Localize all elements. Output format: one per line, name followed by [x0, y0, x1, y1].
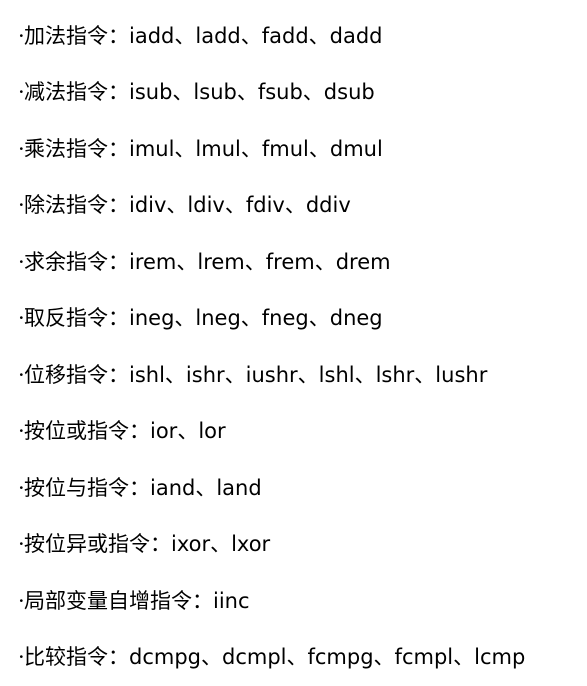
- instruction-line-or: ·按位或指令：ior、lor: [18, 404, 578, 461]
- instruction-category-label: 加法指令：: [24, 26, 129, 47]
- instruction-opcodes: ior、lor: [150, 421, 226, 442]
- instruction-opcodes: ineg、lneg、fneg、dneg: [129, 308, 383, 329]
- instruction-category-label: 求余指令：: [24, 252, 129, 273]
- instruction-category-label: 按位或指令：: [24, 421, 150, 442]
- instruction-line-sub: ·减法指令：isub、lsub、fsub、dsub: [18, 65, 578, 122]
- instruction-category-label: 位移指令：: [24, 365, 129, 386]
- instruction-category-label: 按位异或指令：: [24, 534, 171, 555]
- instruction-category-label: 乘法指令：: [24, 139, 129, 160]
- instruction-line-inc: ·局部变量自增指令：iinc: [18, 573, 578, 630]
- instruction-line-add: ·加法指令：iadd、ladd、fadd、dadd: [18, 8, 578, 65]
- instruction-opcodes: irem、lrem、frem、drem: [129, 252, 391, 273]
- instruction-line-and: ·按位与指令：iand、land: [18, 460, 578, 517]
- instruction-opcodes: dcmpg、dcmpl、fcmpg、fcmpl、lcmp: [129, 647, 525, 668]
- instruction-opcodes: iand、land: [150, 478, 262, 499]
- instruction-opcodes: iinc: [213, 591, 250, 612]
- instruction-line-cmp: ·比较指令：dcmpg、dcmpl、fcmpg、fcmpl、lcmp: [18, 630, 578, 686]
- document-body: ·加法指令：iadd、ladd、fadd、dadd ·减法指令：isub、lsu…: [18, 8, 578, 686]
- instruction-category-label: 减法指令：: [24, 82, 129, 103]
- instruction-category-label: 除法指令：: [24, 195, 129, 216]
- instruction-opcodes: isub、lsub、fsub、dsub: [129, 82, 375, 103]
- instruction-line-xor: ·按位异或指令：ixor、lxor: [18, 517, 578, 574]
- instruction-line-neg: ·取反指令：ineg、lneg、fneg、dneg: [18, 291, 578, 348]
- instruction-opcodes: ishl、ishr、iushr、lshl、lshr、lushr: [129, 365, 487, 386]
- instruction-opcodes: iadd、ladd、fadd、dadd: [129, 26, 383, 47]
- instruction-category-label: 取反指令：: [24, 308, 129, 329]
- instruction-line-div: ·除法指令：idiv、ldiv、fdiv、ddiv: [18, 178, 578, 235]
- instruction-opcodes: idiv、ldiv、fdiv、ddiv: [129, 195, 351, 216]
- instruction-category-label: 比较指令：: [24, 647, 129, 668]
- instruction-opcodes: imul、lmul、fmul、dmul: [129, 139, 383, 160]
- instruction-opcodes: ixor、lxor: [171, 534, 270, 555]
- instruction-line-rem: ·求余指令：irem、lrem、frem、drem: [18, 234, 578, 291]
- instruction-category-label: 按位与指令：: [24, 478, 150, 499]
- instruction-line-shift: ·位移指令：ishl、ishr、iushr、lshl、lshr、lushr: [18, 347, 578, 404]
- instruction-line-mul: ·乘法指令：imul、lmul、fmul、dmul: [18, 121, 578, 178]
- instruction-category-label: 局部变量自增指令：: [24, 591, 213, 612]
